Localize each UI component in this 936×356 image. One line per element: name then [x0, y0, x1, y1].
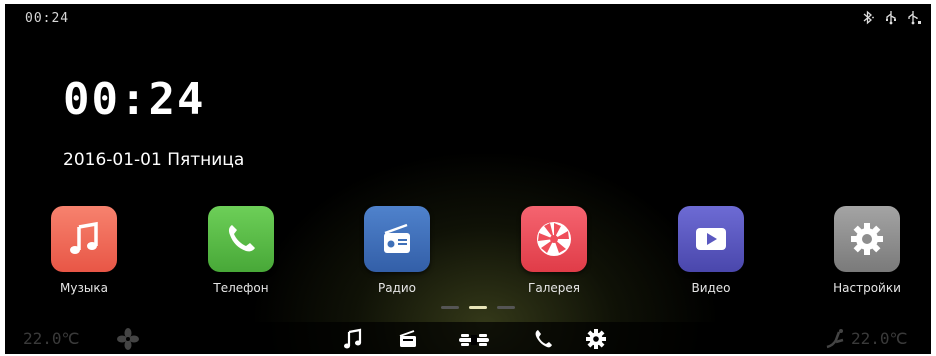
phone-icon: [208, 206, 274, 272]
bottom-dock: 22.0℃ 22.0℃: [5, 322, 931, 354]
app-label: Настройки: [833, 281, 901, 295]
status-icons: [861, 10, 921, 25]
music-note-icon: [51, 206, 117, 272]
app-music[interactable]: Музыка: [34, 206, 134, 295]
app-label: Телефон: [213, 281, 269, 295]
screen: 00:24 00:24 2016-01-01 Пятница Музыка Те…: [0, 0, 936, 356]
app-phone[interactable]: Телефон: [191, 206, 291, 295]
app-label: Радио: [377, 281, 417, 295]
bluetooth-icon: [861, 10, 875, 25]
page-dot[interactable]: [441, 306, 459, 309]
app-radio[interactable]: Радио: [347, 206, 447, 295]
phone-icon[interactable]: [533, 328, 555, 350]
app-label: Видео: [691, 281, 731, 295]
head-unit-display: 00:24 00:24 2016-01-01 Пятница Музыка Те…: [5, 4, 931, 354]
fan-icon[interactable]: [117, 328, 139, 350]
page-dot-active[interactable]: [469, 306, 487, 309]
app-launcher: Музыка Телефон Радио Галерея Видео Настр…: [5, 206, 931, 306]
usb-icon: [884, 10, 898, 25]
clock: 00:24: [63, 74, 206, 125]
gear-icon[interactable]: [585, 328, 607, 350]
play-icon: [678, 206, 744, 272]
music-icon[interactable]: [342, 328, 364, 350]
gear-icon: [834, 206, 900, 272]
date: 2016-01-01 Пятница: [63, 150, 245, 170]
app-video[interactable]: Видео: [661, 206, 761, 295]
status-time: 00:24: [25, 11, 70, 26]
radio-icon: [364, 206, 430, 272]
app-label: Музыка: [60, 281, 108, 295]
usb-2-icon: [907, 10, 921, 25]
car-icon[interactable]: [457, 328, 491, 350]
app-gallery[interactable]: Галерея: [504, 206, 604, 295]
aperture-icon: [521, 206, 587, 272]
page-indicator: [441, 306, 515, 309]
app-settings[interactable]: Настройки: [817, 206, 917, 295]
radio-icon[interactable]: [397, 328, 419, 350]
app-label: Галерея: [528, 281, 580, 295]
page-dot[interactable]: [497, 306, 515, 309]
status-bar: 00:24: [5, 4, 931, 32]
left-temperature[interactable]: 22.0℃: [23, 329, 80, 348]
right-temperature[interactable]: 22.0℃: [851, 329, 908, 348]
seat-icon[interactable]: [823, 328, 845, 350]
